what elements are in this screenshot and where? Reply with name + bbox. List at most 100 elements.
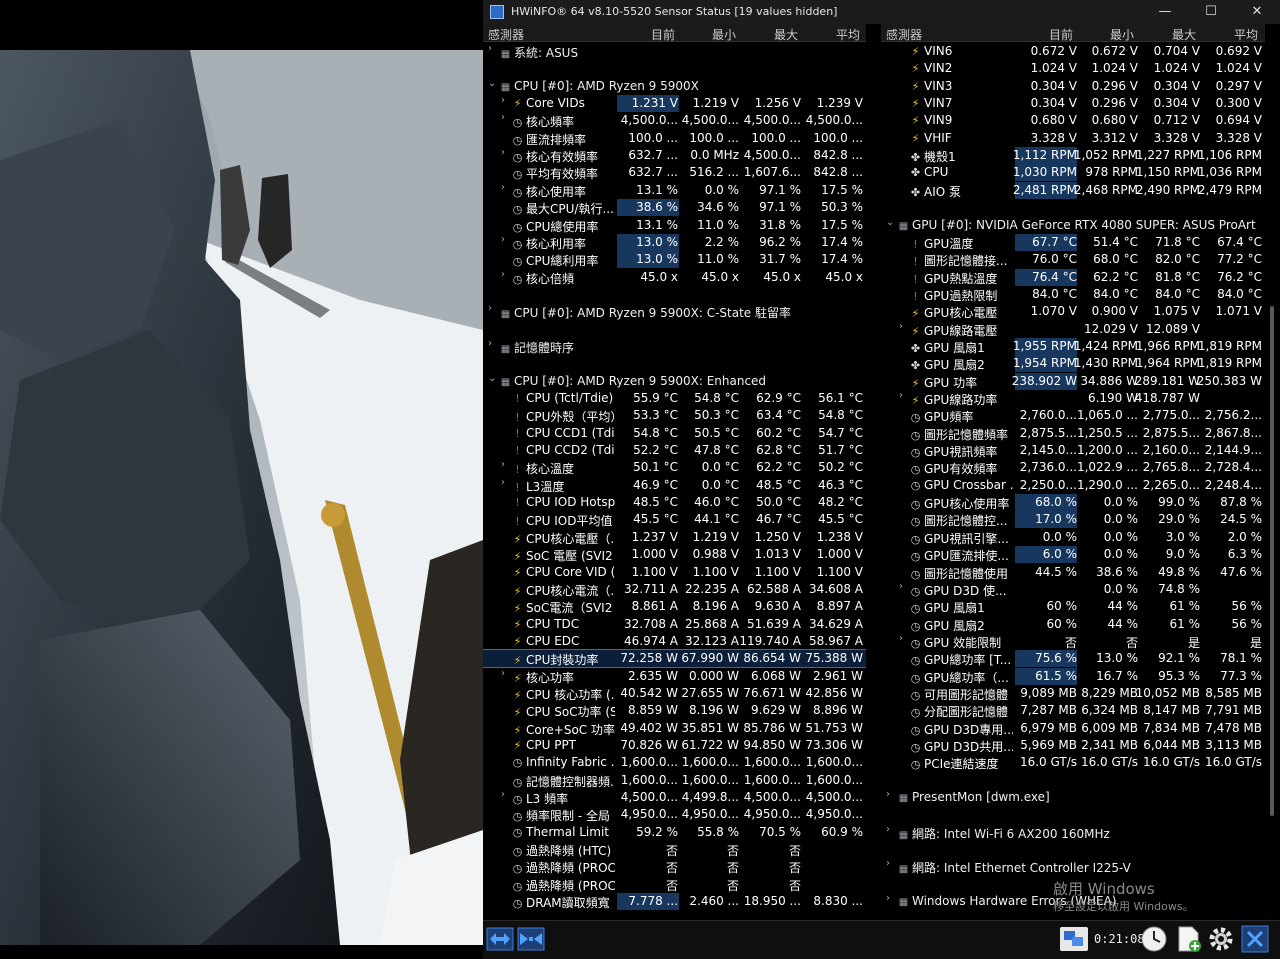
collapse-expand-icon[interactable] [517,925,545,953]
expand-chevron-icon[interactable]: ⌄ [886,217,894,228]
sensor-row[interactable]: ⚡ CPU Core VID (E... 1.100 V 1.100 V 1.100 V… [483,564,866,581]
sensor-pane-left[interactable]: 感測器 目前 最小 最大 平均 › ▦ 系統: ASUS ⌄ ▦ CPU [#0]: AM… [483,24,866,920]
expand-chevron-icon[interactable]: › [899,321,903,332]
sensor-row[interactable]: ⚡ SoC 電壓 (SVI2 ... 1.000 V 0.988 V 1.013 V 1.… [483,546,866,563]
settings-gear-icon[interactable] [1207,925,1235,953]
report-add-icon[interactable] [1174,925,1202,953]
col-avg-right[interactable]: 平均 [1234,26,1258,43]
sensor-row[interactable]: ◷ Infinity Fabric ... 1,600.0... 1,600.0...… [483,754,866,771]
expand-chevron-icon[interactable]: › [501,459,505,470]
col-current-right[interactable]: 目前 [1049,26,1073,43]
expand-chevron-icon[interactable]: › [488,303,492,314]
sensor-row[interactable]: ✤ AIO 泵 2,481 RPM 2,468 RPM 2,490 RPM 2,479 R… [881,181,1265,199]
sensor-row[interactable]: ! CPU (Tctl/Tdie) 55.9 °C 54.8 °C 62.9 °C 56.… [483,390,866,407]
close-x-icon[interactable] [1241,925,1269,953]
sensor-row[interactable]: ◷ CPU總利用率 13.0 % 11.0 % 31.7 % 17.4 % [483,251,866,269]
sensor-row[interactable]: ◷ GPU頻率 2,760.0... 1,065.0 ... 2,775.0... 2,7… [881,407,1265,424]
sensor-row[interactable]: ◷ DRAM讀取頻寬 7.778 ... 2.460 ... 18.950 ... 8.8… [483,893,866,911]
maximize-button[interactable]: ☐ [1188,0,1234,24]
sensor-row[interactable]: › ◷ 核心有效頻率 632.7 ... 0.0 MHz 4,500.0... 842.8 … [483,147,866,164]
sensor-row[interactable]: ◷ 圖形記憶體頻率 2,875.5... 1,250.5 ... 2,875.5... 2… [881,425,1265,442]
sensor-row[interactable]: › ◷ GPU 效能限制 否 否 是 是 [881,633,1265,650]
sensor-row[interactable]: ⚡ VIN2 1.024 V 1.024 V 1.024 V 1.024 V [881,60,1265,77]
sensor-row[interactable]: › ◷ 核心利用率 13.0 % 2.2 % 96.2 % 17.4 % [483,233,866,251]
sensor-row[interactable]: ⚡ CPU SoC功率 (S... 8.859 W 8.196 W 9.629 W 8.8… [483,702,866,719]
sensor-group-row[interactable]: ⌄ ▦ CPU [#0]: AMD Ryzen 9 5900X: Enhanced [483,373,866,390]
col-max[interactable]: 最大 [774,26,798,43]
sensor-row[interactable]: › ◷ 核心倍頻 45.0 x 45.0 x 45.0 x 45.0 x [483,269,866,286]
sensor-row[interactable]: ⚡ GPU核心電壓 1.070 V 0.900 V 1.075 V 1.071 V [881,303,1265,320]
navigate-left-right-icon[interactable] [486,925,514,953]
left-pane-scrollbar[interactable] [867,24,880,920]
sensor-group-row[interactable]: › ▦ 網路: Intel Wi-Fi 6 AX200 160MHz [881,824,1265,841]
sensor-group-row[interactable]: › ▦ PresentMon [dwm.exe] [881,789,1265,806]
expand-chevron-icon[interactable]: › [488,338,492,349]
sensor-row[interactable]: ◷ GPU總功率（... 61.5 % 16.7 % 95.3 % 77.3 % [881,667,1265,685]
expand-chevron-icon[interactable]: › [501,234,505,245]
sensor-row[interactable]: ⚡ CPU EDC 46.974 A 32.123 A 119.740 A 58.967 … [483,633,866,650]
expand-chevron-icon[interactable]: › [886,858,890,869]
col-sensor[interactable]: 感測器 [488,26,524,43]
sensor-row[interactable]: ! CPU CCD1 (Tdie) 54.8 °C 50.5 °C 60.2 °C 54.… [483,425,866,442]
expand-chevron-icon[interactable]: › [886,789,890,800]
sensor-row[interactable]: ⚡ CPU TDC 32.708 A 25.868 A 51.639 A 34.629 A [483,616,866,633]
expand-chevron-icon[interactable]: › [501,182,505,193]
sensor-row[interactable]: ✤ GPU 風扇1 1,955 RPM 1,424 RPM 1,966 RPM 1,819… [881,337,1265,355]
sensor-row[interactable]: ◷ 圖形記憶體使用 44.5 % 38.6 % 49.8 % 47.6 % [881,564,1265,581]
sensor-row[interactable]: ◷過熱降頻 (PROC... 否 否 否 [483,858,866,875]
sensor-row[interactable]: ⚡ CPU核心電壓（... 1.237 V 1.219 V 1.250 V 1.238 V [483,529,866,546]
sensor-row[interactable]: ◷ GPU有效頻率 2,736.0... 1,022.9 ... 2,765.8... 2… [881,459,1265,476]
sensor-row[interactable]: ⚡ CPU PPT 70.826 W 61.722 W 94.850 W 73.306 W [483,737,866,754]
expand-chevron-icon[interactable]: › [501,112,505,123]
sensor-row[interactable]: ⚡ VIN6 0.672 V 0.672 V 0.704 V 0.692 V [881,43,1265,60]
sensor-row[interactable]: › ⚡ 核心功率 2.635 W 0.000 W 6.068 W 2.961 W [483,668,866,685]
sensor-group-row[interactable]: › ▦ 系統: ASUS [483,43,866,60]
sensor-row[interactable]: ◷ 記憶體控制器頻... 1,600.0... 1,600.0... 1,600.0..… [483,772,866,789]
sensor-row[interactable]: ⚡ Core+SoC 功率 (... 49.402 W35.851 W 85.786 … [483,720,866,737]
sensor-row[interactable]: ! 圖形記憶體接... 76.0 °C 68.0 °C 82.0 °C 77.2 °C [881,251,1265,268]
sensor-row[interactable]: ◷ GPU視訊頻率 2,145.0... 1,200.0 ... 2,160.0... 2… [881,442,1265,459]
expand-chevron-icon[interactable]: › [501,477,505,488]
col-avg[interactable]: 平均 [836,26,860,43]
close-button[interactable]: ✕ [1234,0,1280,24]
sensor-row[interactable]: ! GPU溫度 67.7 °C 51.4 °C 71.8 °C 67.4 °C [881,233,1265,251]
sensor-row[interactable]: ◷ GPU總功率 [T... 75.6 % 13.0 % 92.1 % 78.1 % [881,650,1265,668]
sensor-row[interactable]: ! CPU外殼（平均） 53.3 °C 50.3 °C 63.4 °C 54.8 °C [483,407,866,424]
sensor-row[interactable]: ◷ GPU D3D共用... 5,969 MB 2,341 MB 6,044 MB 3,1… [881,737,1265,754]
sensor-row[interactable]: ⚡ CPU 核心功率 (... 40.542 W 27.655 W 76.671 W 42… [483,685,866,702]
sensor-row[interactable]: ◷ GPU D3D專用... 6,979 MB 6,009 MB 7,834 MB 7,4… [881,720,1265,737]
expand-chevron-icon[interactable]: › [501,269,505,280]
expand-chevron-icon[interactable]: › [501,668,505,679]
expand-chevron-icon[interactable]: › [899,390,903,401]
sensor-row[interactable]: › ◷ L3 頻率 4,500.0... 4,499.8... 4,500.0... 4,5… [483,789,866,806]
sensor-group-row[interactable]: › ▦ 網路: Intel Ethernet Controller I225-V [881,858,1265,875]
col-min[interactable]: 最小 [712,26,736,43]
col-max-right[interactable]: 最大 [1172,26,1196,43]
sensor-row[interactable]: ⚡ VIN3 0.304 V 0.296 V 0.304 V 0.297 V [881,78,1265,95]
sensor-row[interactable]: ◷ 最大CPU/執行... 38.6 % 34.6 % 97.1 % 50.3 % [483,199,866,217]
sensor-row[interactable]: ◷ 過熱降頻 (HTC) 否 否 否 [483,841,866,858]
sensor-group-row[interactable]: ⌄ ▦ GPU [#0]: NVIDIA GeForce RTX 4080 SUPE… [881,217,1265,234]
col-min-right[interactable]: 最小 [1110,26,1134,43]
sensor-row[interactable]: ⚡ VIN9 0.680 V 0.680 V 0.712 V 0.694 V [881,112,1265,129]
col-sensor-right[interactable]: 感測器 [886,26,922,43]
sensor-row[interactable]: ◷ 頻率限制 - 全局 4,950.0... 4,950.0... 4,950.0...… [483,806,866,823]
expand-chevron-icon[interactable]: › [501,95,505,106]
sensor-row[interactable]: ! CPU IOD Hotspot 48.5 °C 46.0 °C 50.0 °C 48.… [483,494,866,511]
expand-chevron-icon[interactable]: › [488,43,492,54]
sensor-row[interactable]: ◷ Thermal Limit 59.2 % 55.8 % 70.5 % 60.9 % [483,824,866,841]
sensor-row[interactable]: ◷ GPU Crossbar ... 2,250.0... 1,290.0 ... 2,… [881,477,1265,494]
sensor-row[interactable]: ◷ 匯流排頻率 100.0 ... 100.0 ... 100.0 ... 100.0 .… [483,130,866,147]
right-pane-scrollbar[interactable] [1265,24,1280,920]
title-bar[interactable]: HWiNFO® 64 v8.10-5520 Sensor Status [19 … [483,0,1280,24]
expand-chevron-icon[interactable]: › [899,581,903,592]
sensor-row[interactable]: ◷ 平均有效頻率 632.7 ... 516.2 ... 1,607.6... 842.8… [483,164,866,181]
sensor-row[interactable]: ◷ 圖形記憶體控... 17.0 % 0.0 % 29.0 % 24.5 % [881,511,1265,529]
sensor-row[interactable]: ◷ 可用圖形記憶體 9,089 MB 8,229 MB 10,052 MB 8,585 M… [881,685,1265,702]
sensor-group-row[interactable]: › ▦ 記憶體時序 [483,338,866,355]
sensor-group-row[interactable]: › ▦ CPU [#0]: AMD Ryzen 9 5900X: C-State 駐… [483,303,866,320]
sensor-row[interactable]: ›! L3溫度 46.9 °C 0.0 °C 48.5 °C 46.3 °C [483,477,866,494]
sensor-row[interactable]: › ⚡ GPU線路電壓 12.029 V 12.089 V [881,321,1265,338]
sensor-row[interactable]: ⚡ VIN7 0.304 V 0.296 V 0.304 V 0.300 V [881,95,1265,112]
sensor-row[interactable]: › ◷ GPU D3D 使... 0.0 % 74.8 % [881,581,1265,598]
